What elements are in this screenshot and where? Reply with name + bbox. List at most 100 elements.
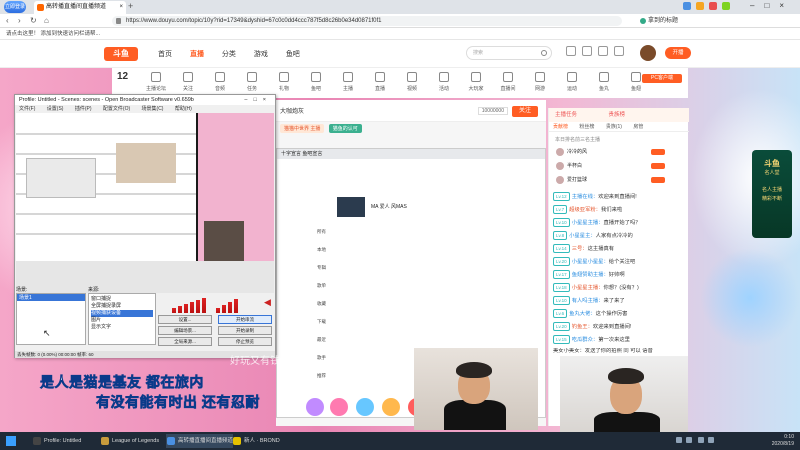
- nav-games[interactable]: 游戏: [254, 51, 268, 58]
- chat-username[interactable]: 小星星主：: [569, 233, 596, 239]
- taskbar-app-lol[interactable]: League of Legends: [100, 434, 159, 448]
- tab-fans[interactable]: 粉丝榜: [579, 124, 594, 130]
- ime-icon[interactable]: [697, 437, 704, 443]
- gift-icon[interactable]: [382, 398, 400, 416]
- category-item[interactable]: 网游: [524, 72, 556, 96]
- notification-icon[interactable]: [707, 437, 714, 443]
- search-icon[interactable]: [541, 50, 547, 56]
- category-item[interactable]: 大玩家: [460, 72, 492, 96]
- window-controls[interactable]: –□×: [750, 1, 794, 10]
- scene-list[interactable]: 场景1 ↖: [16, 293, 86, 345]
- menu-icon[interactable]: [721, 2, 730, 10]
- nav-category[interactable]: 分类: [222, 51, 236, 58]
- taskbar-app-chat[interactable]: 新人 · BROND: [232, 434, 280, 448]
- category-item[interactable]: 任务: [236, 72, 268, 96]
- start-icon[interactable]: [6, 436, 16, 446]
- source-item[interactable]: 全屏捕捉录屏: [91, 303, 153, 310]
- category-item[interactable]: 视频: [396, 72, 428, 96]
- gift-icon[interactable]: [330, 398, 348, 416]
- obs-menu-profile[interactable]: 配置文件(O): [103, 106, 130, 112]
- category-item[interactable]: 音频: [204, 72, 236, 96]
- follow-icon[interactable]: [581, 46, 592, 56]
- obs-menu-file[interactable]: 文件(F): [19, 106, 35, 112]
- rank-row[interactable]: 冷冷的风: [553, 146, 685, 158]
- room-tag[interactable]: 猫猫中世界 主播: [280, 124, 325, 133]
- nav-yuba[interactable]: 鱼吧: [286, 51, 300, 58]
- chat-username[interactable]: 吃瓜群众：: [572, 337, 599, 343]
- obs-global-sources-button[interactable]: 全局来源...: [158, 337, 212, 346]
- obs-window-controls[interactable]: –□×: [244, 95, 272, 105]
- back-icon[interactable]: ‹: [6, 16, 9, 25]
- browser-logo-icon[interactable]: 立即登录: [4, 1, 26, 13]
- star-icon[interactable]: [695, 2, 704, 10]
- new-tab-icon[interactable]: +: [128, 1, 133, 11]
- tab-noble[interactable]: 贵族(1): [606, 124, 622, 130]
- browser-tab[interactable]: 高转播直播间直播频道 ×: [34, 1, 126, 14]
- tab-close-icon[interactable]: ×: [119, 1, 123, 14]
- taskbar-app-obs[interactable]: Profile: Untitled: [32, 434, 81, 448]
- tab-contribution[interactable]: 贡献榜: [553, 124, 568, 130]
- category-item[interactable]: 礼物: [268, 72, 300, 96]
- category-item[interactable]: 主播: [332, 72, 364, 96]
- obs-menu-settings[interactable]: 设置(S): [47, 106, 64, 112]
- start-broadcast-button[interactable]: 开播: [665, 47, 691, 59]
- obs-menu-scenes[interactable]: 场景集(C): [142, 106, 164, 112]
- home-icon[interactable]: ⌂: [44, 16, 49, 25]
- chat-username[interactable]: 小星星主播：: [572, 220, 604, 226]
- chat-username[interactable]: 三号：: [572, 246, 588, 252]
- category-item[interactable]: 关注: [172, 72, 204, 96]
- douyu-search-input[interactable]: 搜索: [466, 46, 552, 60]
- history-icon[interactable]: [566, 46, 576, 56]
- side-ad-banner[interactable]: 斗鱼 名人堂 名人主播 精彩不断: [752, 150, 792, 238]
- clock[interactable]: 0:10 2020/8/19: [772, 434, 794, 448]
- source-item[interactable]: 图片: [91, 317, 153, 324]
- chat-username[interactable]: 钓鱼王：: [572, 324, 593, 330]
- category-item[interactable]: 鱼吧: [300, 72, 332, 96]
- forward-icon[interactable]: ›: [18, 16, 21, 25]
- douyu-logo[interactable]: 斗鱼: [104, 47, 138, 61]
- url-field[interactable]: https://www.douyu.com/topic/10y?rid=1734…: [112, 16, 622, 26]
- category-item[interactable]: 直播: [364, 72, 396, 96]
- nav-home[interactable]: 首页: [158, 51, 172, 58]
- gift-icon[interactable]: [356, 398, 374, 416]
- refresh-icon[interactable]: ↻: [30, 16, 37, 25]
- chat-username[interactable]: 小星星小星星：: [572, 259, 609, 265]
- user-icon[interactable]: [683, 2, 691, 10]
- chat-username[interactable]: 鱼翅赞助主播：: [572, 272, 609, 278]
- scene-item[interactable]: 场景1: [17, 294, 85, 301]
- browser-search-box[interactable]: 拿到的标题: [640, 16, 750, 26]
- obs-settings-button[interactable]: 设置...: [158, 315, 212, 324]
- category-item[interactable]: 鱼丸: [588, 72, 620, 96]
- favorites-bar[interactable]: 请点击这里！ 添加到快速访问栏请帮...: [0, 28, 800, 40]
- download-app-icon[interactable]: [613, 46, 624, 56]
- obs-menu-help[interactable]: 帮助(H): [175, 106, 192, 112]
- chat-username[interactable]: 超级亚军粉：: [569, 207, 601, 213]
- source-item[interactable]: 视频捕获设备: [91, 310, 153, 317]
- category-item[interactable]: 直播间: [492, 72, 524, 96]
- rank-row[interactable]: 爱打篮球: [553, 174, 685, 186]
- category-item[interactable]: 主播论坛: [140, 72, 172, 96]
- room-tag[interactable]: 猫鱼的认可: [328, 124, 362, 133]
- obs-stop-preview-button[interactable]: 停止预览: [218, 337, 272, 346]
- chat-username[interactable]: 小星星主播：: [572, 285, 604, 291]
- obs-record-button[interactable]: 开始录制: [218, 326, 272, 335]
- download-icon[interactable]: [708, 2, 717, 10]
- source-list[interactable]: 窗口捕捉 全屏捕捉录屏 视频捕获设备 图片 显示文字: [88, 293, 156, 345]
- category-item[interactable]: 活动: [428, 72, 460, 96]
- pc-client-button[interactable]: PC客户端: [642, 74, 682, 83]
- obs-menu-plugins[interactable]: 插件(P): [75, 106, 92, 112]
- gift-icon[interactable]: [306, 398, 324, 416]
- obs-start-stream-button[interactable]: 开始串流: [218, 315, 272, 324]
- obs-window[interactable]: Profile: Untitled - Scenes: scenes - Ope…: [14, 94, 276, 358]
- follow-button[interactable]: 关注: [512, 106, 538, 117]
- taskbar-app-browser[interactable]: 高转播直播间直播频道: [166, 434, 234, 448]
- chat-username[interactable]: 鱼丸大佬：: [569, 311, 596, 317]
- chat-username[interactable]: 主播在线：: [572, 194, 599, 200]
- category-item[interactable]: 运动: [556, 72, 588, 96]
- source-item[interactable]: 显示文字: [91, 324, 153, 331]
- guard-rank[interactable]: 贵族榜: [609, 112, 626, 118]
- rank-row[interactable]: 半杯白: [553, 160, 685, 172]
- source-item[interactable]: 窗口捕捉: [91, 296, 153, 303]
- anchor-task[interactable]: 主播任务: [555, 112, 577, 118]
- network-icon[interactable]: [676, 437, 682, 443]
